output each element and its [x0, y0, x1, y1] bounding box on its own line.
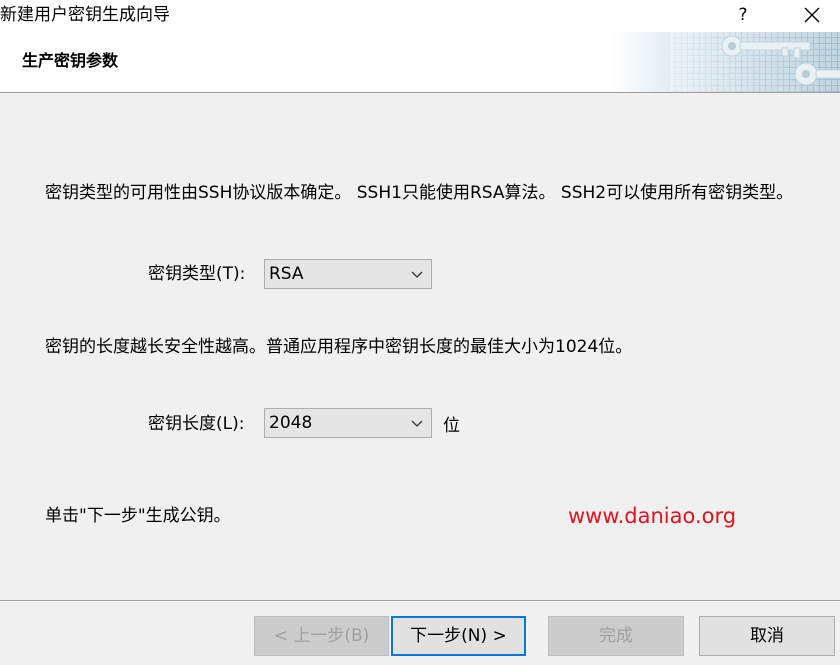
title-bar: 新建用户密钥生成向导 ?	[0, 0, 840, 32]
key-type-select[interactable]: RSA	[264, 259, 432, 289]
watermark-text: www.daniao.org	[568, 504, 737, 528]
footer-divider	[0, 600, 840, 602]
wizard-header: 生产密钥参数	[0, 32, 840, 93]
next-hint-text: 单击"下一步"生成公钥。	[45, 506, 231, 526]
key-length-label: 密钥长度(L):	[148, 414, 245, 434]
finish-button[interactable]: 完成	[548, 616, 684, 656]
close-icon	[804, 7, 820, 23]
window-title: 新建用户密钥生成向导	[0, 5, 170, 25]
chevron-down-icon	[411, 420, 423, 427]
close-button[interactable]	[794, 2, 830, 28]
help-button[interactable]: ?	[728, 0, 758, 30]
back-button[interactable]: < 上一步(B)	[254, 616, 389, 656]
key-type-label: 密钥类型(T):	[148, 264, 246, 284]
length-hint-text: 密钥的长度越长安全性越高。普通应用程序中密钥长度的最佳大小为1024位。	[45, 337, 633, 357]
wizard-window: 新建用户密钥生成向导 ? 生产密钥参数 密钥类型的可用性由SSH协议版本确定。 …	[0, 0, 840, 665]
chevron-down-icon	[411, 271, 423, 278]
cancel-button[interactable]: 取消	[699, 616, 835, 656]
keys-banner-icon	[610, 32, 840, 92]
next-button[interactable]: 下一步(N) >	[391, 616, 526, 656]
key-type-value: RSA	[269, 264, 304, 284]
page-title: 生产密钥参数	[22, 51, 119, 70]
key-length-select[interactable]: 2048	[264, 408, 432, 438]
intro-text: 密钥类型的可用性由SSH协议版本确定。 SSH1只能使用RSA算法。 SSH2可…	[45, 183, 794, 203]
key-length-value: 2048	[269, 413, 313, 433]
key-length-unit: 位	[443, 416, 460, 436]
